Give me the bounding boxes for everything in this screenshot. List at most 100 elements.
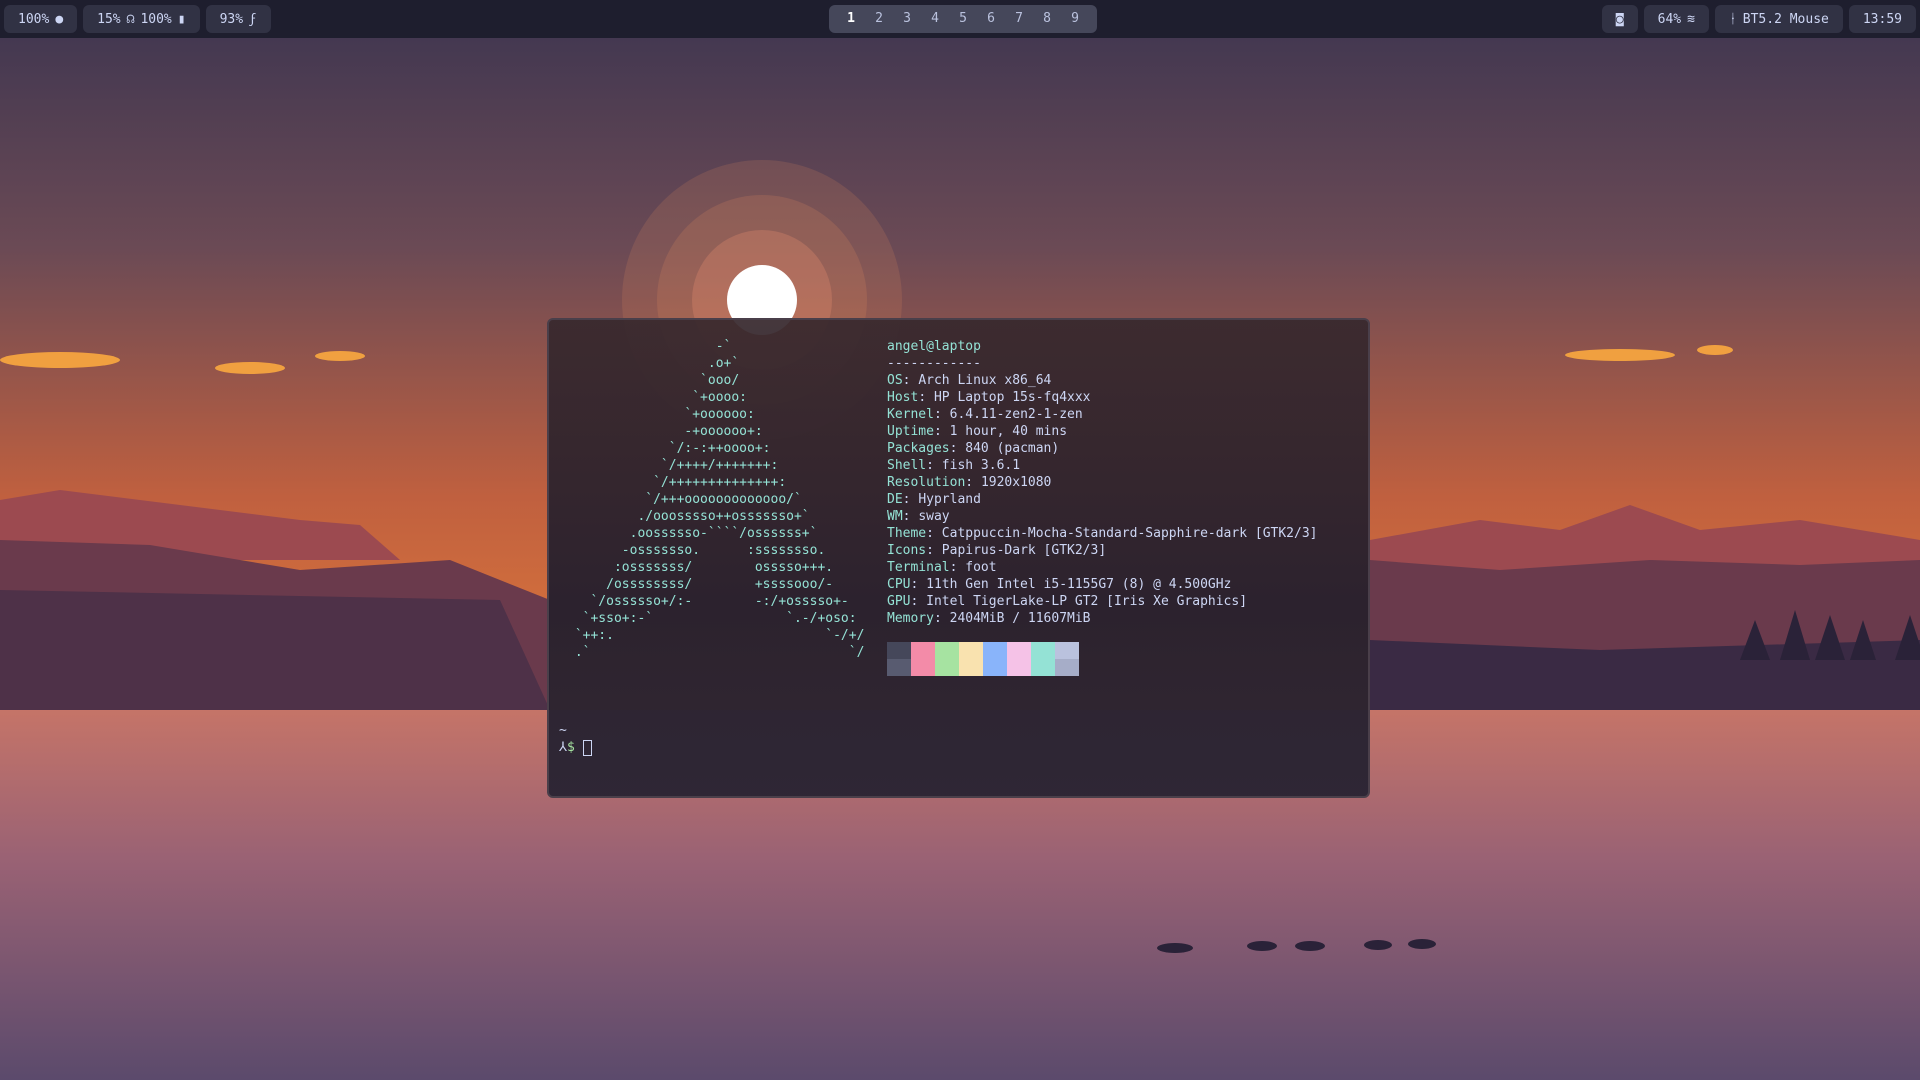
- info-value: fish 3.6.1: [941, 458, 1021, 473]
- info-key: WM: [887, 509, 903, 524]
- workspace-1[interactable]: 1: [837, 5, 865, 33]
- logo-line: .oossssso-````/ossssss+`: [567, 526, 818, 541]
- color-swatch: [1055, 642, 1079, 659]
- logo-line: -`: [567, 339, 732, 354]
- info-value: Catppuccin-Mocha-Standard-Sapphire-dark …: [941, 526, 1318, 541]
- workspace-switcher: 1 2 3 4 5 6 7 8 9: [829, 5, 1097, 33]
- mic-value: 100%: [140, 11, 172, 27]
- info-key: Shell: [887, 458, 927, 473]
- clock[interactable]: 13:59: [1848, 5, 1916, 33]
- system-info: angel@laptop ------------ OS: Arch Linux…: [887, 338, 1317, 627]
- workspace-7[interactable]: 7: [1005, 5, 1033, 33]
- info-value: 2404MiB / 11607MiB: [949, 611, 1091, 626]
- workspace-5[interactable]: 5: [949, 5, 977, 33]
- battery-widget[interactable]: 93% ϝ: [205, 5, 271, 33]
- info-key: CPU: [887, 577, 911, 592]
- color-swatch: [983, 642, 1007, 659]
- info-value: sway: [918, 509, 950, 524]
- color-swatch: [1055, 659, 1079, 676]
- logo-line: `++:. `-/+/: [567, 628, 865, 643]
- info-row: Shell: fish 3.6.1: [887, 458, 1021, 473]
- info-row: CPU: 11th Gen Intel i5-1155G7 (8) @ 4.50…: [887, 577, 1232, 592]
- logo-line: -+oooooo+:: [567, 424, 763, 439]
- logo-line: .` `/: [567, 645, 865, 660]
- discord-tray-button[interactable]: ◙: [1601, 5, 1638, 33]
- workspace-9[interactable]: 9: [1061, 5, 1089, 33]
- prompt-dollar: $: [566, 740, 575, 755]
- shell-prompt[interactable]: ~ ⅄$: [559, 722, 592, 756]
- info-value: 1 hour, 40 mins: [949, 424, 1068, 439]
- color-swatch: [1031, 642, 1055, 659]
- color-palette: [887, 642, 1079, 676]
- logo-line: -osssssso. :ssssssso.: [567, 543, 826, 558]
- workspace-4[interactable]: 4: [921, 5, 949, 33]
- info-key: Terminal: [887, 560, 950, 575]
- info-key: Host: [887, 390, 919, 405]
- color-swatch: [911, 642, 935, 659]
- info-row: Kernel: 6.4.11-zen2-1-zen: [887, 407, 1083, 422]
- info-row: Host: HP Laptop 15s-fq4xxx: [887, 390, 1091, 405]
- brightness-widget[interactable]: 100% ●: [4, 5, 78, 33]
- info-row: DE: Hyprland: [887, 492, 981, 507]
- logo-line: .o+`: [567, 356, 740, 371]
- info-row: GPU: Intel TigerLake-LP GT2 [Iris Xe Gra…: [887, 594, 1248, 609]
- logo-line: `/ossssso+/:- -:/+osssso+-: [567, 594, 849, 609]
- info-row: Uptime: 1 hour, 40 mins: [887, 424, 1068, 439]
- microphone-icon: ▮: [177, 11, 186, 27]
- workspace-3[interactable]: 3: [893, 5, 921, 33]
- color-swatch: [911, 659, 935, 676]
- info-key: GPU: [887, 594, 911, 609]
- color-swatch: [887, 659, 911, 676]
- color-swatch: [959, 642, 983, 659]
- discord-icon: ◙: [1615, 11, 1624, 27]
- arch-ascii-logo: -` .o+` `ooo/ `+oooo: `+oooooo: -+oooooo…: [567, 338, 865, 661]
- logo-line: `+oooooo:: [567, 407, 755, 422]
- wifi-icon: ≋: [1687, 11, 1695, 27]
- info-key: Kernel: [887, 407, 934, 422]
- color-swatch: [935, 642, 959, 659]
- info-row: Terminal: foot: [887, 560, 997, 575]
- brightness-value: 100%: [18, 11, 50, 27]
- clock-time: 13:59: [1862, 11, 1902, 27]
- info-row: Memory: 2404MiB / 11607MiB: [887, 611, 1091, 626]
- info-key: Theme: [887, 526, 927, 541]
- headphones-icon: ☊: [126, 11, 135, 27]
- workspace-8[interactable]: 8: [1033, 5, 1061, 33]
- cwd: ~: [559, 723, 567, 738]
- info-value: foot: [965, 560, 997, 575]
- logo-line: :osssssss/ osssso+++.: [567, 560, 834, 575]
- logo-line: /ossssssss/ +ssssooo/-: [567, 577, 834, 592]
- color-swatch: [887, 642, 911, 659]
- user-host: angel@laptop: [887, 339, 981, 354]
- prompt-symbol: ⅄: [559, 740, 567, 755]
- info-value: HP Laptop 15s-fq4xxx: [933, 390, 1091, 405]
- brightness-dot-icon: ●: [55, 11, 64, 27]
- color-swatch: [959, 659, 983, 676]
- charging-bolt-icon: ϝ: [249, 11, 257, 27]
- left-widgets: 100% ● 15% ☊ 100% ▮ 93% ϝ: [4, 5, 271, 33]
- top-bar: 100% ● 15% ☊ 100% ▮ 93% ϝ 1 2 3 4 5 6 7 8 9 ◙…: [0, 0, 1920, 38]
- info-value: Hyprland: [918, 492, 981, 507]
- terminal-window[interactable]: -` .o+` `ooo/ `+oooo: `+oooooo: -+oooooo…: [547, 318, 1370, 798]
- bluetooth-device: BT5.2 Mouse: [1742, 11, 1829, 27]
- color-swatch: [1031, 659, 1055, 676]
- info-value: 840 (pacman): [965, 441, 1060, 456]
- info-row: OS: Arch Linux x86_64: [887, 373, 1052, 388]
- info-value: Intel TigerLake-LP GT2 [Iris Xe Graphics…: [926, 594, 1248, 609]
- audio-widget[interactable]: 15% ☊ 100% ▮: [83, 5, 200, 33]
- info-value: Arch Linux x86_64: [918, 373, 1052, 388]
- color-swatch: [935, 659, 959, 676]
- volume-value: 15%: [97, 11, 121, 27]
- color-swatch: [1007, 659, 1031, 676]
- info-key: OS: [887, 373, 903, 388]
- bluetooth-widget[interactable]: ᛂ BT5.2 Mouse: [1714, 5, 1843, 33]
- wifi-widget[interactable]: 64% ≋: [1643, 5, 1709, 33]
- logo-line: `ooo/: [567, 373, 740, 388]
- workspace-6[interactable]: 6: [977, 5, 1005, 33]
- color-swatch: [983, 659, 1007, 676]
- workspace-2[interactable]: 2: [865, 5, 893, 33]
- text-cursor: [582, 739, 592, 756]
- info-value: 1920x1080: [980, 475, 1052, 490]
- color-swatch: [1007, 642, 1031, 659]
- info-key: Packages: [887, 441, 950, 456]
